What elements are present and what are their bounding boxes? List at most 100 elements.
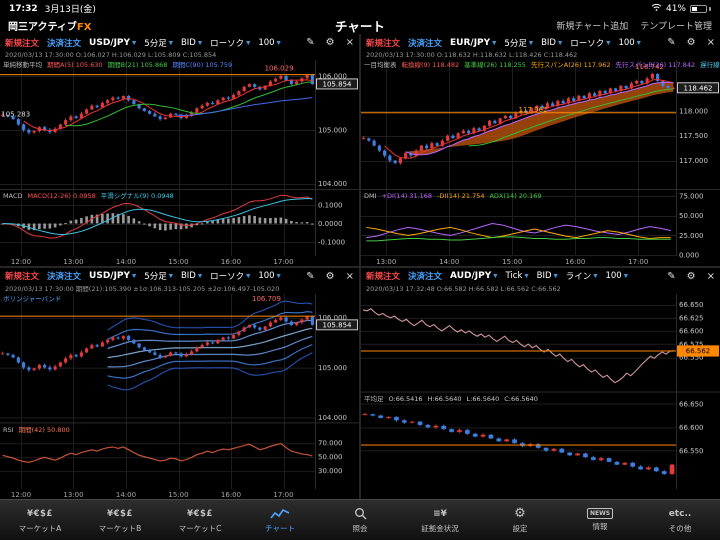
- price-type-value: BID: [180, 37, 196, 48]
- bar-count-dropdown[interactable]: 100 ▼: [258, 38, 280, 48]
- price-type-value: BID: [541, 37, 556, 48]
- search-icon: [354, 506, 367, 521]
- currency-icon: ¥€$£: [107, 508, 133, 519]
- chart-panel-eurjpy-5min: 新規注文 決済注文 EUR/JPY ▼ 5分足 ▼ BID ▼ ローソク ▼ 100 ▼ …: [361, 34, 720, 266]
- app-screen: 17:32 3月13日(金) 41% 岡三アクティブFX チャート 新規チャート…: [0, 0, 720, 540]
- panel-settings-icon[interactable]: ⚙: [687, 37, 696, 48]
- chart-canvas[interactable]: [361, 293, 720, 499]
- chart-area[interactable]: 単純移動平均 期間A(5) 105.630 期間B(21) 105.868 期間C(9…: [0, 60, 359, 266]
- chart-canvas[interactable]: [0, 293, 359, 499]
- status-date: 3月13日(金): [44, 5, 96, 15]
- ohlc-info: 2020/03/13 17:30:00 O:106.027 H:106.029 …: [5, 51, 217, 59]
- panel-toolbar: 新規注文 決済注文 USD/JPY ▼ 5分足 ▼ BID ▼ ローソク ▼ 100 ▼ …: [0, 34, 359, 51]
- new-order-link[interactable]: 新規注文: [366, 270, 400, 282]
- style-value: ローソク: [210, 38, 245, 49]
- timeframe-dropdown[interactable]: 5分足 ▼: [504, 37, 533, 49]
- status-bar: 17:32 3月13日(金) 41%: [0, 0, 720, 17]
- tab-market-c[interactable]: ¥€$£ マーケットC: [160, 500, 240, 540]
- count-value: 100: [605, 271, 622, 281]
- chart-style-dropdown[interactable]: ローソク ▼: [570, 37, 610, 49]
- style-value: ローソク: [210, 272, 245, 282]
- tab-label: 証拠金状況: [421, 524, 459, 533]
- bar-count-dropdown[interactable]: 100 ▼: [258, 271, 280, 281]
- pair-dropdown[interactable]: USD/JPY ▼: [89, 271, 136, 281]
- close-order-link[interactable]: 決済注文: [47, 37, 81, 49]
- close-order-link[interactable]: 決済注文: [408, 37, 442, 49]
- app-logo: 岡三アクティブFX: [8, 18, 91, 33]
- ohlc-info: 2020/03/13 17:32:48 O:66.582 H:66.582 L:…: [366, 284, 561, 293]
- chart-canvas[interactable]: [0, 60, 359, 266]
- pair-dropdown[interactable]: EUR/JPY ▼: [450, 38, 496, 48]
- price-type-dropdown[interactable]: BID ▼: [181, 38, 202, 48]
- edit-icon[interactable]: ✎: [306, 271, 314, 282]
- chart-area[interactable]: 一目均衡表 転換線(9) 118.482 基準線(26) 118.255 先行スパンA…: [361, 60, 720, 266]
- chevron-down-icon: ▼: [246, 40, 251, 46]
- chart-style-dropdown[interactable]: ローソク ▼: [210, 270, 250, 282]
- tab-label: 情報: [592, 522, 608, 531]
- battery-cap: [709, 6, 711, 11]
- tab-market-a[interactable]: ¥€$£ マーケットA: [0, 500, 80, 540]
- new-order-link[interactable]: 新規注文: [5, 37, 39, 49]
- template-manage-button[interactable]: テンプレート管理: [640, 19, 712, 32]
- price-type-dropdown[interactable]: BID ▼: [541, 38, 562, 48]
- timeframe-value: Tick: [505, 271, 523, 281]
- panel-close-icon[interactable]: ×: [707, 271, 715, 282]
- chevron-down-icon: ▼: [636, 40, 641, 46]
- bar-count-dropdown[interactable]: 100 ▼: [618, 38, 640, 48]
- close-order-link[interactable]: 決済注文: [408, 270, 442, 282]
- edit-icon[interactable]: ✎: [306, 37, 314, 48]
- tab-chart[interactable]: チャート: [240, 500, 320, 540]
- chart-area[interactable]: ボリンジャーバンド RSI 期間(42) 50.800: [0, 293, 359, 499]
- tab-label: マーケットB: [98, 524, 142, 533]
- chart-area[interactable]: 平均足 O:66.5416 H:66.5640 L:66.5640 C:66.5640: [361, 293, 720, 499]
- new-order-link[interactable]: 新規注文: [5, 270, 39, 282]
- panel-settings-icon[interactable]: ⚙: [326, 37, 335, 48]
- chart-style-dropdown[interactable]: ローソク ▼: [210, 37, 250, 49]
- chevron-down-icon: ▼: [606, 40, 611, 46]
- new-order-link[interactable]: 新規注文: [366, 37, 400, 49]
- timeframe-dropdown[interactable]: Tick ▼: [505, 271, 528, 281]
- margin-list-icon: ≡¥: [433, 508, 447, 519]
- panel-settings-icon[interactable]: ⚙: [687, 271, 696, 282]
- tab-market-b[interactable]: ¥€$£ マーケットB: [80, 500, 160, 540]
- panel-close-icon[interactable]: ×: [346, 271, 354, 282]
- pair-dropdown[interactable]: AUD/JPY ▼: [450, 271, 497, 281]
- chevron-down-icon: ▼: [246, 273, 251, 280]
- edit-icon[interactable]: ✎: [667, 271, 675, 282]
- tab-margin-status[interactable]: ≡¥ 証拠金状況: [400, 500, 480, 540]
- app-logo-text: 岡三アクティブ: [8, 22, 77, 33]
- header: 岡三アクティブFX チャート 新規チャート追加 テンプレート管理: [0, 17, 720, 34]
- pair-value: EUR/JPY: [450, 37, 491, 48]
- battery-icon: [690, 4, 707, 13]
- close-order-link[interactable]: 決済注文: [47, 270, 81, 282]
- tab-inquiry[interactable]: 照会: [320, 500, 400, 540]
- bar-count-dropdown[interactable]: 100 ▼: [605, 271, 627, 281]
- chevron-down-icon: ▼: [132, 273, 137, 280]
- add-chart-button[interactable]: 新規チャート追加: [556, 19, 628, 32]
- tab-settings[interactable]: ⚙ 設定: [480, 500, 560, 540]
- count-value: 100: [618, 37, 635, 48]
- battery-percent: 41%: [665, 3, 686, 14]
- chart-style-dropdown[interactable]: ライン ▼: [566, 270, 598, 282]
- chevron-down-icon: ▼: [197, 40, 203, 46]
- etc-icon: etc..: [668, 508, 692, 519]
- clock: 17:32: [9, 3, 38, 14]
- panel-settings-icon[interactable]: ⚙: [326, 271, 335, 282]
- chevron-down-icon: ▼: [276, 273, 281, 280]
- style-value: ライン: [565, 272, 592, 282]
- edit-icon[interactable]: ✎: [667, 37, 675, 48]
- chevron-down-icon: ▼: [557, 40, 563, 46]
- tab-news[interactable]: NEWS 情報: [560, 500, 640, 540]
- panel-close-icon[interactable]: ×: [346, 37, 354, 48]
- timeframe-dropdown[interactable]: 5分足 ▼: [144, 37, 173, 49]
- pair-value: AUD/JPY: [450, 271, 492, 281]
- panel-close-icon[interactable]: ×: [707, 37, 715, 48]
- pair-dropdown[interactable]: USD/JPY ▼: [89, 38, 136, 48]
- panel-toolbar: 新規注文 決済注文 EUR/JPY ▼ 5分足 ▼ BID ▼ ローソク ▼ 100 ▼ …: [361, 34, 720, 51]
- timeframe-dropdown[interactable]: 5分足 ▼: [144, 270, 173, 282]
- chart-canvas[interactable]: [361, 60, 720, 266]
- price-type-dropdown[interactable]: BID ▼: [181, 271, 202, 281]
- timeframe-value: 5分足: [504, 38, 527, 49]
- tab-other[interactable]: etc.. その他: [640, 500, 720, 540]
- price-type-dropdown[interactable]: BID ▼: [537, 271, 558, 281]
